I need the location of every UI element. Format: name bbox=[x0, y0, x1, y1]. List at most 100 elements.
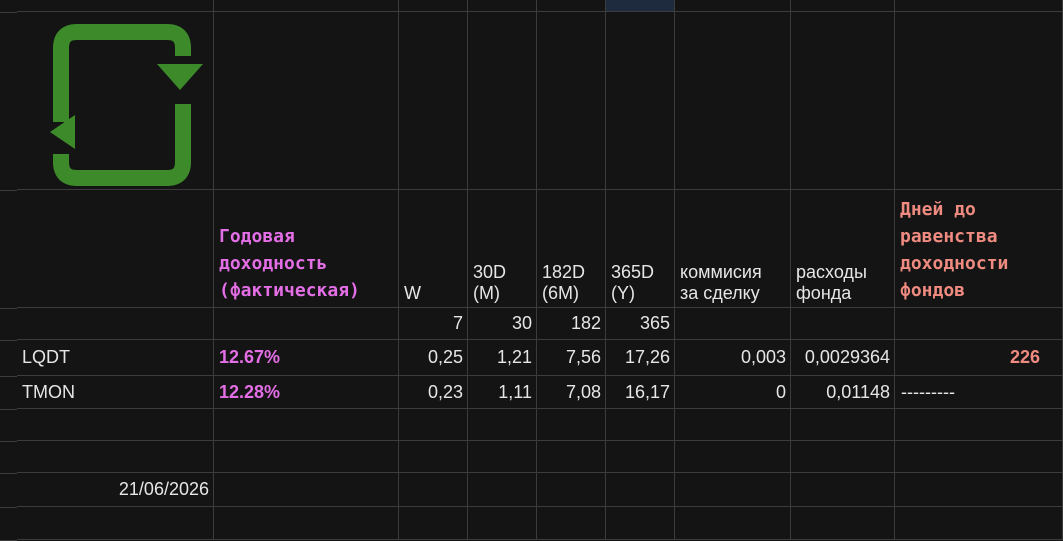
cell[interactable] bbox=[675, 0, 791, 12]
cell[interactable] bbox=[399, 12, 468, 190]
cell[interactable] bbox=[17, 0, 214, 12]
d365-tmon-cell[interactable]: 16,17 bbox=[606, 376, 675, 409]
ticker-lqdt-cell[interactable]: LQDT bbox=[17, 340, 214, 376]
cell[interactable] bbox=[791, 308, 895, 340]
cell[interactable] bbox=[895, 12, 1063, 190]
cell[interactable] bbox=[214, 12, 399, 190]
yield-lqdt-cell[interactable]: 12.67% bbox=[214, 340, 399, 376]
cell[interactable] bbox=[537, 12, 606, 190]
cell[interactable] bbox=[399, 0, 468, 12]
header-w[interactable]: W bbox=[399, 190, 468, 308]
cell[interactable] bbox=[399, 473, 468, 507]
days-30d-cell[interactable]: 30 bbox=[468, 308, 537, 340]
cell[interactable] bbox=[537, 441, 606, 473]
d365-lqdt: 17,26 bbox=[624, 347, 670, 367]
header-30d[interactable]: 30D (M) bbox=[468, 190, 537, 308]
days-365d-cell[interactable]: 365 bbox=[606, 308, 675, 340]
cell[interactable] bbox=[214, 0, 399, 12]
cell[interactable] bbox=[606, 441, 675, 473]
cell[interactable] bbox=[606, 409, 675, 441]
cell[interactable] bbox=[214, 473, 399, 507]
header-commission[interactable]: коммисия за сделку bbox=[675, 190, 791, 308]
cell[interactable] bbox=[17, 441, 214, 473]
header-365d-text: 365D (Y) bbox=[611, 262, 655, 303]
header-days-parity[interactable]: Дней до равенства доходности фондов bbox=[895, 190, 1063, 308]
cell[interactable] bbox=[606, 12, 675, 190]
cell[interactable] bbox=[214, 409, 399, 441]
commission-tmon: 0 bbox=[775, 381, 786, 402]
cell[interactable] bbox=[214, 507, 399, 540]
logo-cell[interactable] bbox=[17, 12, 214, 190]
cell[interactable] bbox=[791, 473, 895, 507]
cell[interactable] bbox=[895, 409, 1063, 441]
ticker-tmon-cell[interactable]: TMON bbox=[17, 376, 214, 409]
d30-lqdt: 1,21 bbox=[496, 347, 532, 367]
cell[interactable] bbox=[675, 409, 791, 441]
cell[interactable] bbox=[399, 507, 468, 540]
d30-lqdt-cell[interactable]: 1,21 bbox=[468, 340, 537, 376]
cell[interactable] bbox=[791, 0, 895, 12]
days-lqdt-cell[interactable]: 226 bbox=[895, 340, 1063, 376]
cell[interactable] bbox=[468, 12, 537, 190]
cell[interactable] bbox=[399, 441, 468, 473]
cell[interactable] bbox=[468, 0, 537, 12]
commission-tmon-cell[interactable]: 0 bbox=[675, 376, 791, 409]
date-cell[interactable]: 21/06/2026 bbox=[17, 473, 214, 507]
cell[interactable] bbox=[675, 473, 791, 507]
cell[interactable] bbox=[17, 308, 214, 340]
w-lqdt-cell[interactable]: 0,25 bbox=[399, 340, 468, 376]
cell[interactable] bbox=[895, 507, 1063, 540]
header-expenses[interactable]: расходы фонда bbox=[791, 190, 895, 308]
cell[interactable] bbox=[791, 12, 895, 190]
row-stub bbox=[0, 507, 17, 541]
d182-lqdt-cell[interactable]: 7,56 bbox=[537, 340, 606, 376]
cell[interactable] bbox=[537, 409, 606, 441]
cell[interactable] bbox=[791, 441, 895, 473]
expenses-lqdt-cell[interactable]: 0,0029364 bbox=[791, 340, 895, 376]
cell[interactable] bbox=[675, 507, 791, 540]
cell[interactable] bbox=[895, 308, 1063, 340]
cell[interactable] bbox=[17, 409, 214, 441]
cell[interactable] bbox=[791, 409, 895, 441]
cell[interactable] bbox=[468, 441, 537, 473]
d365-lqdt-cell[interactable]: 17,26 bbox=[606, 340, 675, 376]
cell[interactable] bbox=[17, 507, 214, 540]
days-182d-cell[interactable]: 182 bbox=[537, 308, 606, 340]
header-annual-yield-text: Годовая доходность (фактическая) bbox=[219, 226, 360, 301]
yield-tmon-cell[interactable]: 12.28% bbox=[214, 376, 399, 409]
selected-cell[interactable] bbox=[606, 0, 675, 12]
cell[interactable] bbox=[675, 441, 791, 473]
cell[interactable] bbox=[895, 0, 1063, 12]
expenses-tmon-cell[interactable]: 0,01148 bbox=[791, 376, 895, 409]
header-182d[interactable]: 182D (6M) bbox=[537, 190, 606, 308]
cell[interactable] bbox=[675, 12, 791, 190]
cell[interactable] bbox=[537, 0, 606, 12]
row-stub bbox=[0, 473, 17, 508]
cell[interactable] bbox=[17, 190, 214, 308]
cell[interactable] bbox=[895, 473, 1063, 507]
days-30d: 30 bbox=[511, 313, 532, 333]
d30-tmon-cell[interactable]: 1,11 bbox=[468, 376, 537, 409]
cell[interactable] bbox=[675, 308, 791, 340]
w-tmon-cell[interactable]: 0,23 bbox=[399, 376, 468, 409]
cell[interactable] bbox=[606, 473, 675, 507]
cell[interactable] bbox=[214, 441, 399, 473]
days-w-cell[interactable]: 7 bbox=[399, 308, 468, 340]
cell[interactable] bbox=[399, 409, 468, 441]
cell[interactable] bbox=[468, 409, 537, 441]
w-lqdt: 0,25 bbox=[427, 347, 463, 367]
cell[interactable] bbox=[895, 441, 1063, 473]
cell[interactable] bbox=[214, 308, 399, 340]
cell[interactable] bbox=[537, 507, 606, 540]
cell[interactable] bbox=[468, 507, 537, 540]
cell[interactable] bbox=[537, 473, 606, 507]
commission-lqdt-cell[interactable]: 0,003 bbox=[675, 340, 791, 376]
cell[interactable] bbox=[468, 473, 537, 507]
header-annual-yield[interactable]: Годовая доходность (фактическая) bbox=[214, 190, 399, 308]
days-tmon-cell[interactable]: --------- bbox=[895, 376, 1063, 409]
cell[interactable] bbox=[606, 507, 675, 540]
days-tmon: --------- bbox=[901, 381, 955, 402]
d182-tmon-cell[interactable]: 7,08 bbox=[537, 376, 606, 409]
header-365d[interactable]: 365D (Y) bbox=[606, 190, 675, 308]
cell[interactable] bbox=[791, 507, 895, 540]
